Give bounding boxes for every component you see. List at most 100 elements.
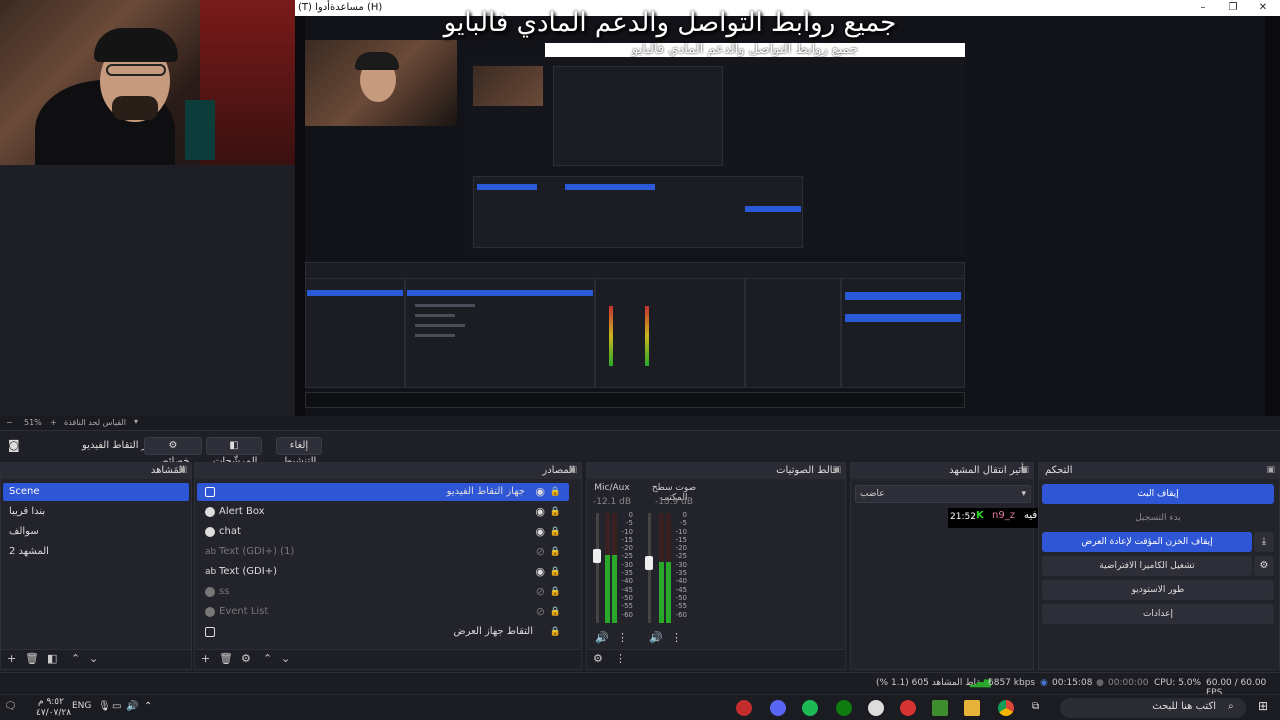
chrome-icon[interactable] (998, 700, 1014, 716)
mic-volume-slider[interactable] (593, 513, 601, 623)
gear-icon[interactable]: ⚙ (1254, 556, 1274, 576)
db-tick: -55 (675, 602, 687, 611)
stop-stream-button[interactable]: إيقاف البث (1042, 484, 1274, 504)
menu-tools[interactable]: (T) أدوا (298, 2, 330, 13)
eye-hidden-icon[interactable]: ⊘ (536, 583, 545, 601)
windows-start-icon[interactable]: ⊞ (1258, 699, 1268, 713)
eye-hidden-icon[interactable]: ⊘ (536, 603, 545, 621)
download-icon[interactable]: ⤓ (1254, 532, 1274, 552)
xbox-icon[interactable] (836, 700, 852, 716)
start-record-button[interactable]: بدء التسجيل (1042, 508, 1274, 528)
spotify-icon[interactable] (802, 700, 818, 716)
slider-handle[interactable] (593, 549, 601, 563)
lock-icon[interactable]: 🔒 (550, 623, 561, 641)
undock-icon[interactable]: ▣ (568, 465, 577, 475)
trash-icon[interactable]: 🗑 (219, 652, 233, 665)
transition-select[interactable]: ▾ عاضب (855, 485, 1031, 503)
microphone-icon[interactable]: 🎙 (98, 701, 111, 712)
studio-mode-button[interactable]: طور الاستوديو (1042, 580, 1274, 600)
properties-button[interactable]: ⚙ خصائص (144, 437, 202, 467)
desktop-volume-slider[interactable] (645, 513, 653, 623)
menu-dots-icon[interactable]: ⋮ (615, 652, 626, 665)
db-tick: -15 (621, 535, 633, 544)
chevron-up-icon[interactable]: ⌃ (263, 652, 272, 665)
clock-date[interactable]: ٤٧/٠٧/٢٨ (36, 708, 71, 718)
eye-icon[interactable]: ◉ (535, 483, 545, 501)
taskbar-search[interactable]: اكتب هنا للبحث (1060, 698, 1246, 718)
gear-icon[interactable]: ⚙ (593, 652, 603, 665)
scene-item-soon[interactable]: بندا قريبا (3, 503, 189, 521)
task-view-icon[interactable]: ⧉ (1032, 701, 1039, 712)
desktop-db-scale: 0 -5 -10 -15 -20 -25 -30 -35 -40 -45 -50 -55 -60 (669, 511, 687, 619)
filter-icon[interactable]: ◧ (47, 652, 57, 665)
source-item-video-capture[interactable]: جهاز التقاط الفيديو ◉ 🔒 (197, 483, 569, 501)
source-item-alert-box[interactable]: Alert Box ◉ 🔒 (197, 503, 569, 521)
obs-app-icon[interactable] (736, 700, 752, 716)
slider-handle[interactable] (645, 556, 653, 570)
virtual-camera-button[interactable]: تشغيل الكاميرا الافتراضية (1042, 556, 1252, 576)
chevron-down-icon[interactable]: ▾ (134, 417, 138, 426)
add-icon[interactable]: + (7, 652, 16, 665)
chevron-down-icon[interactable]: ⌄ (89, 652, 98, 665)
scenes-dock: المَشاهد ▣ Scene بندا قريبا سوالف المشهد… (0, 462, 192, 670)
undock-icon[interactable]: ▣ (1020, 465, 1029, 475)
source-item-chat[interactable]: chat ◉ 🔒 (197, 523, 569, 541)
lock-icon[interactable]: 🔒 (550, 523, 561, 541)
zoom-plus[interactable]: + (50, 418, 57, 427)
lock-icon[interactable]: 🔒 (550, 603, 561, 621)
lock-icon[interactable]: 🔒 (550, 503, 561, 521)
gear-icon[interactable]: ⚙ (241, 652, 251, 665)
eye-icon[interactable]: ◉ (535, 523, 545, 541)
trash-icon[interactable]: 🗑 (25, 652, 39, 665)
minecraft-icon[interactable] (932, 700, 948, 716)
source-item-text-1[interactable]: ab Text (GDI+) (1) ⊘ 🔒 (197, 543, 569, 561)
minimize-button[interactable]: – (1188, 0, 1218, 16)
source-item-event-list[interactable]: Event List ⊘ 🔒 (197, 603, 569, 621)
maximize-button[interactable]: ❐ (1218, 0, 1248, 16)
network-icon[interactable]: ▭ (112, 701, 121, 712)
scene-item-chat[interactable]: سوالف (3, 523, 189, 541)
menu-help[interactable]: مساعدة (H) (330, 2, 382, 13)
speaker-icon[interactable]: 🔊 (649, 631, 663, 644)
speaker-icon[interactable]: 🔊 (595, 631, 609, 644)
menu-dots-icon[interactable]: ⋮ (617, 631, 628, 644)
lock-icon[interactable]: 🔒 (550, 583, 561, 601)
app-icon[interactable] (868, 700, 884, 716)
settings-button[interactable]: إعدادات (1042, 604, 1274, 624)
lock-icon[interactable]: 🔒 (550, 543, 561, 561)
lock-icon[interactable]: 🔒 (550, 483, 561, 501)
bitrate: 6857 kbps (988, 678, 1036, 688)
add-icon[interactable]: + (201, 652, 210, 665)
app-icon[interactable] (900, 700, 916, 716)
scene-item-scene-2[interactable]: المشهد 2 (3, 543, 189, 561)
chevron-up-icon[interactable]: ⌃ (71, 652, 80, 665)
zoom-mode[interactable]: القياس لحد النافذة (64, 418, 126, 427)
clock-time[interactable]: ٩:٥٢ م (38, 697, 64, 707)
language-indicator[interactable]: ENG (72, 701, 91, 711)
eye-hidden-icon[interactable]: ⊘ (536, 543, 545, 561)
chevron-down-icon[interactable]: ⌄ (281, 652, 290, 665)
source-item-text[interactable]: ab Text (GDI+) ◉ 🔒 (197, 563, 569, 581)
undock-icon[interactable]: ▣ (178, 465, 187, 475)
menu-dots-icon[interactable]: ⋮ (671, 631, 682, 644)
discord-icon[interactable] (770, 700, 786, 716)
lock-icon[interactable]: 🔒 (550, 563, 561, 581)
filters-button[interactable]: ◧ المرشّحات (206, 437, 262, 467)
source-item-display-capture[interactable]: التقاط جهاز العرض 🔒 (197, 623, 569, 641)
undock-icon[interactable]: ▣ (1266, 465, 1275, 475)
folder-icon[interactable] (964, 700, 980, 716)
eye-icon[interactable]: ◉ (535, 563, 545, 581)
chevron-up-icon[interactable]: ⌃ (144, 701, 152, 712)
volume-icon[interactable]: 🔊 (126, 701, 138, 712)
scene-item-scene[interactable]: Scene (3, 483, 189, 501)
undock-icon[interactable]: ▣ (832, 465, 841, 475)
stop-replay-buffer-button[interactable]: إيقاف الخزن المؤقت لإعادة العرض (1042, 532, 1252, 552)
preview-canvas[interactable]: جميع روابط التواصل والدعم المادي فالبايو (295, 16, 1280, 416)
db-tick: -15 (675, 535, 687, 544)
close-button[interactable]: ✕ (1248, 0, 1278, 16)
notification-icon[interactable]: 🗨 (4, 701, 17, 712)
deactivate-button[interactable]: إلغاء التنشيط (276, 437, 322, 467)
eye-icon[interactable]: ◉ (535, 503, 545, 521)
source-item-ss[interactable]: ss ⊘ 🔒 (197, 583, 569, 601)
zoom-minus[interactable]: − (6, 418, 13, 427)
